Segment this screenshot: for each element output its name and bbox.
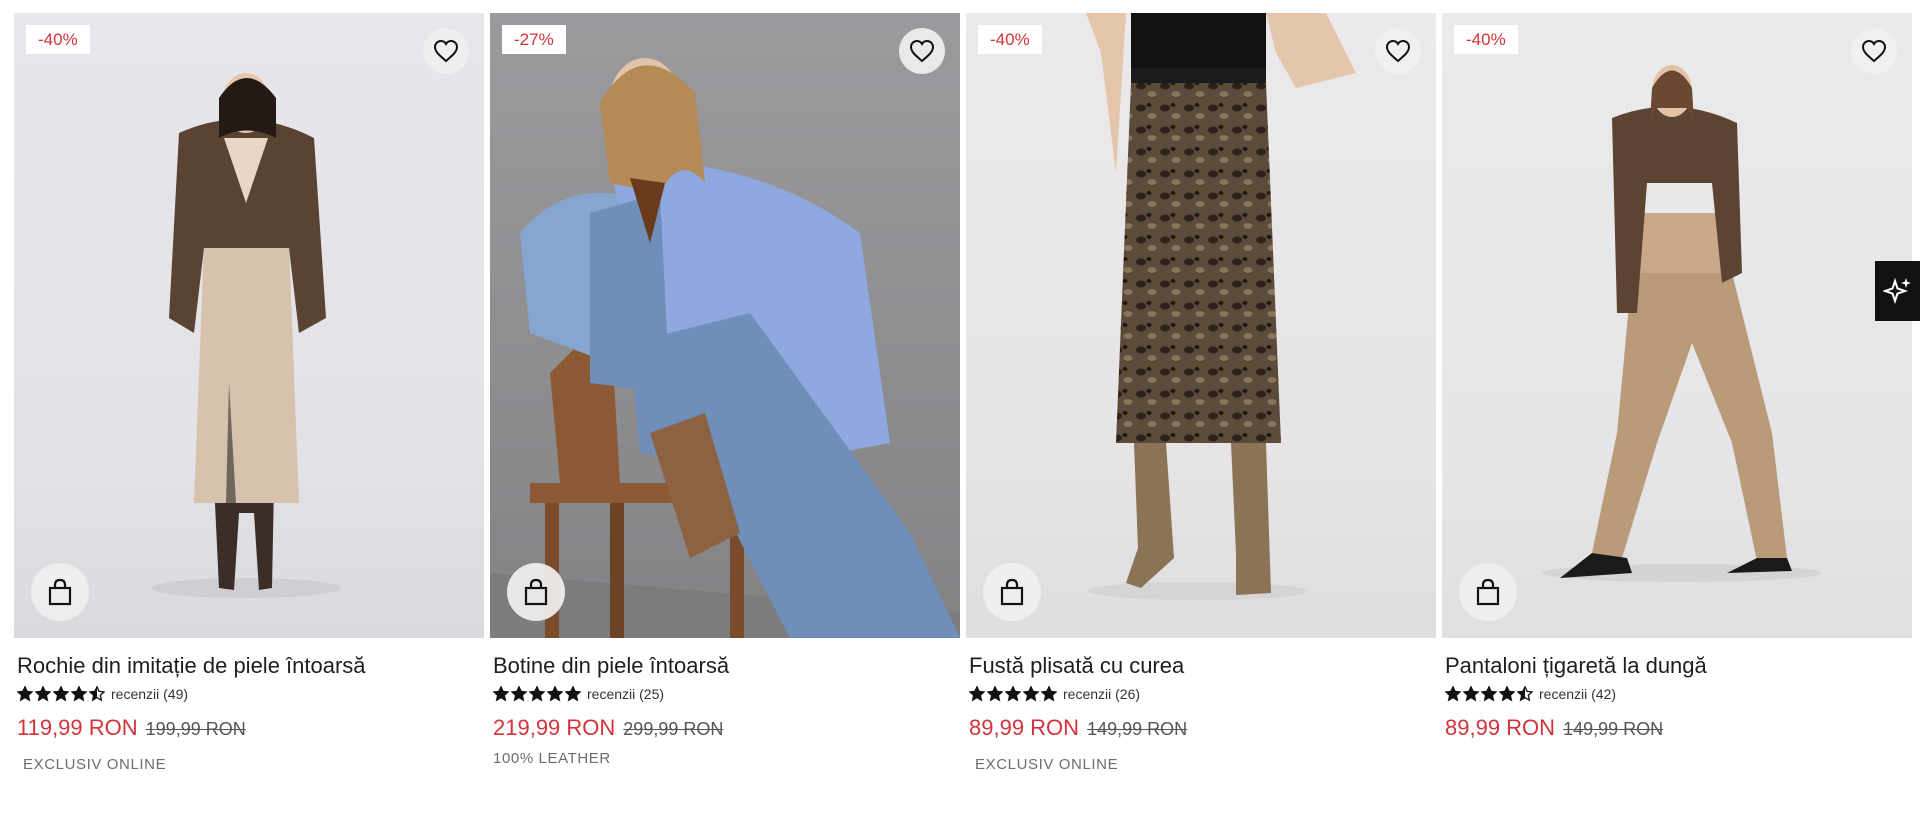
add-to-cart-button[interactable] <box>1459 563 1517 621</box>
star-rating <box>969 686 1057 702</box>
product-card[interactable]: -40% Fustă plisată cu curea recenzii (26… <box>966 13 1436 803</box>
star-full-icon <box>529 686 545 702</box>
product-tag: 100% LEATHER <box>493 750 611 767</box>
sale-price: 119,99 RON <box>17 715 138 740</box>
product-rating: recenzii (42) <box>1445 686 1616 702</box>
shopping-bag-icon <box>1476 578 1500 606</box>
star-rating <box>493 686 581 702</box>
star-half-icon <box>89 686 105 702</box>
product-photo <box>1542 65 1822 582</box>
star-full-icon <box>565 686 581 702</box>
discount-badge: -40% <box>1454 25 1518 54</box>
original-price: 199,99 RON <box>145 719 246 739</box>
wishlist-button[interactable] <box>423 28 469 74</box>
product-title[interactable]: Pantaloni țigaretă la dungă <box>1445 653 1707 679</box>
shopping-bag-icon <box>1000 578 1024 606</box>
product-photo <box>1086 13 1356 600</box>
review-count[interactable]: recenzii (25) <box>587 686 664 702</box>
star-rating <box>1445 686 1533 702</box>
heart-icon <box>1861 39 1887 63</box>
star-full-icon <box>969 686 985 702</box>
heart-icon <box>1385 39 1411 63</box>
original-price: 149,99 RON <box>1087 719 1188 739</box>
sparkles-icon <box>1882 277 1911 305</box>
heart-icon <box>433 39 459 63</box>
star-full-icon <box>35 686 51 702</box>
star-full-icon <box>987 686 1003 702</box>
product-title[interactable]: Rochie din imitație de piele întoarsă <box>17 653 366 679</box>
product-title[interactable]: Botine din piele întoarsă <box>493 653 729 679</box>
star-full-icon <box>1023 686 1039 702</box>
original-price: 149,99 RON <box>1563 719 1664 739</box>
add-to-cart-button[interactable] <box>507 563 565 621</box>
star-full-icon <box>53 686 69 702</box>
product-photo <box>151 73 341 598</box>
sale-price: 89,99 RON <box>1445 715 1556 740</box>
product-image[interactable]: -40% <box>966 13 1436 638</box>
product-image[interactable]: -40% <box>1442 13 1912 638</box>
product-tag: EXCLUSIV ONLINE <box>23 756 167 773</box>
star-full-icon <box>511 686 527 702</box>
product-grid: -40% Rochie din imitație de piele întoar… <box>14 13 1914 803</box>
product-rating: recenzii (26) <box>969 686 1140 702</box>
price-block: 119,99 RON 199,99 RON <box>17 715 246 741</box>
wishlist-button[interactable] <box>1375 28 1421 74</box>
product-card[interactable]: -27% Botine din piele întoarsă recenzii … <box>490 13 960 803</box>
wishlist-button[interactable] <box>1851 28 1897 74</box>
star-full-icon <box>1481 686 1497 702</box>
discount-badge: -27% <box>502 25 566 54</box>
review-count[interactable]: recenzii (42) <box>1539 686 1616 702</box>
price-block: 89,99 RON 149,99 RON <box>1445 715 1663 741</box>
star-full-icon <box>493 686 509 702</box>
product-card[interactable]: -40% Rochie din imitație de piele întoar… <box>14 13 484 803</box>
add-to-cart-button[interactable] <box>31 563 89 621</box>
product-title[interactable]: Fustă plisată cu curea <box>969 653 1184 679</box>
star-rating <box>17 686 105 702</box>
star-full-icon <box>1005 686 1021 702</box>
star-half-icon <box>1517 686 1533 702</box>
star-full-icon <box>1445 686 1461 702</box>
star-full-icon <box>71 686 87 702</box>
star-full-icon <box>1041 686 1057 702</box>
star-full-icon <box>17 686 33 702</box>
sale-price: 219,99 RON <box>493 715 616 740</box>
star-full-icon <box>1463 686 1479 702</box>
product-image[interactable]: -27% <box>490 13 960 638</box>
review-count[interactable]: recenzii (49) <box>111 686 188 702</box>
product-image[interactable]: -40% <box>14 13 484 638</box>
sale-price: 89,99 RON <box>969 715 1080 740</box>
star-full-icon <box>1499 686 1515 702</box>
product-rating: recenzii (25) <box>493 686 664 702</box>
original-price: 299,99 RON <box>623 719 724 739</box>
add-to-cart-button[interactable] <box>983 563 1041 621</box>
wishlist-button[interactable] <box>899 28 945 74</box>
review-count[interactable]: recenzii (26) <box>1063 686 1140 702</box>
shopping-bag-icon <box>48 578 72 606</box>
price-block: 219,99 RON 299,99 RON <box>493 715 723 741</box>
price-block: 89,99 RON 149,99 RON <box>969 715 1187 741</box>
ai-assistant-button[interactable] <box>1875 261 1920 321</box>
shopping-bag-icon <box>524 578 548 606</box>
heart-icon <box>909 39 935 63</box>
product-card[interactable]: -40% Pantaloni țigaretă la dungă recenzi… <box>1442 13 1912 803</box>
discount-badge: -40% <box>978 25 1042 54</box>
product-photo <box>490 58 960 638</box>
discount-badge: -40% <box>26 25 90 54</box>
product-rating: recenzii (49) <box>17 686 188 702</box>
star-full-icon <box>547 686 563 702</box>
product-tag: EXCLUSIV ONLINE <box>975 756 1119 773</box>
